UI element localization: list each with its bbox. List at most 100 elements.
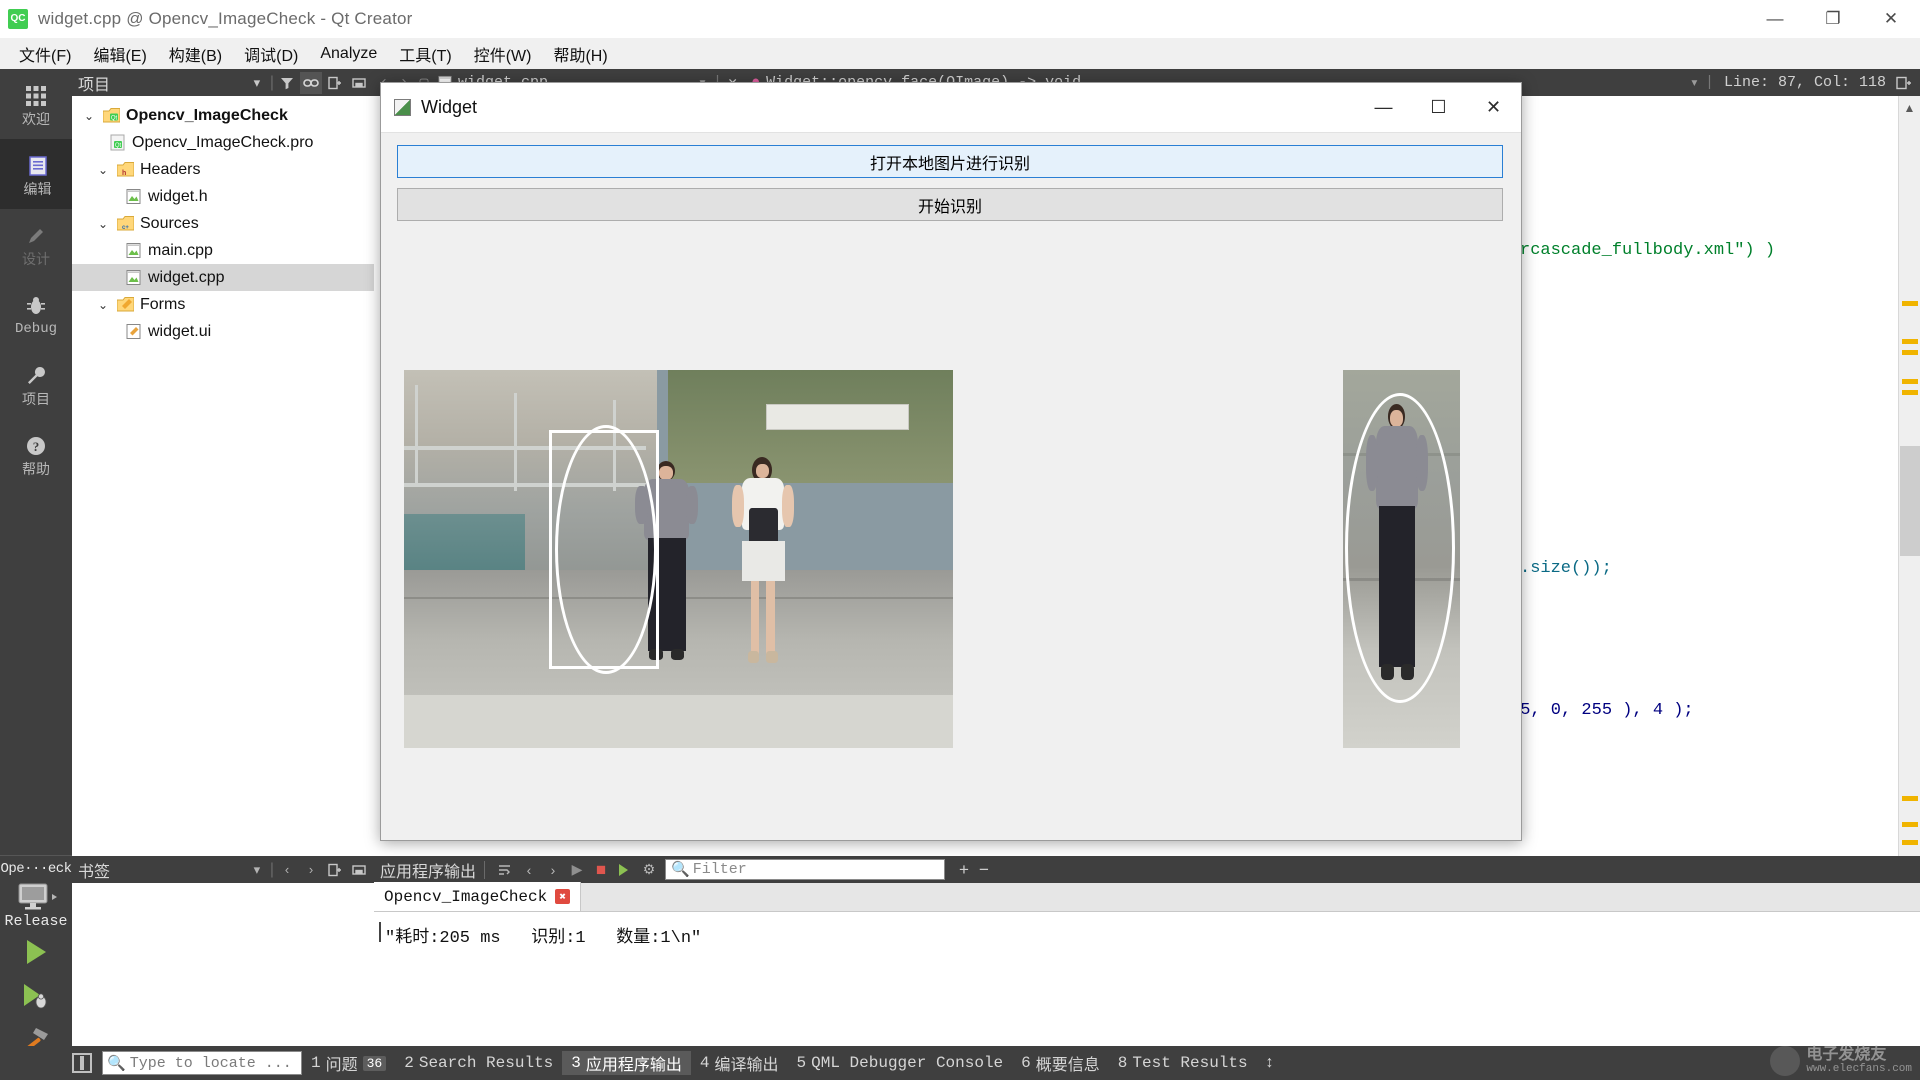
dialog-maximize-button[interactable]: ☐ bbox=[1411, 83, 1466, 133]
output-line: "耗时:205 ms 识别:1 数量:1\n" bbox=[385, 929, 702, 948]
menu-debug[interactable]: 调试(D) bbox=[233, 38, 309, 70]
output-text-area[interactable]: "耗时:205 ms 识别:1 数量:1\n" bbox=[374, 912, 1920, 948]
panel-dropdown-icon[interactable]: ▾ bbox=[246, 859, 268, 881]
locator-placeholder: Type to locate ... bbox=[129, 1054, 292, 1072]
next-item-icon[interactable]: › bbox=[541, 859, 565, 881]
statusbar-item-search-results[interactable]: 2 Search Results bbox=[395, 1054, 562, 1072]
settings-gear-icon[interactable]: ⚙ bbox=[637, 859, 661, 881]
minimize-panel-icon[interactable] bbox=[348, 859, 370, 881]
issues-count-badge: 36 bbox=[362, 1055, 387, 1071]
panel-dropdown-icon[interactable]: ▾ bbox=[246, 72, 268, 94]
tree-label: Headers bbox=[140, 160, 201, 178]
bookmarks-panel-title: 书签 bbox=[78, 863, 111, 881]
tree-item-sources[interactable]: ⌄ c+ Sources bbox=[72, 210, 374, 237]
mode-debug[interactable]: Debug bbox=[0, 279, 72, 349]
chevron-down-icon[interactable]: ⌄ bbox=[78, 109, 100, 123]
overview-mark bbox=[1902, 822, 1918, 827]
bookmarks-panel-toolbar: ▾ | ‹ › bbox=[246, 859, 374, 881]
statusbar-item-application-output[interactable]: 3 应用程序输出 bbox=[562, 1051, 691, 1075]
window-close-button[interactable]: ✕ bbox=[1862, 0, 1920, 38]
window-minimize-button[interactable]: — bbox=[1746, 0, 1804, 38]
symbol-dropdown-icon[interactable]: ▾ bbox=[1690, 73, 1705, 92]
open-local-image-button[interactable]: 打开本地图片进行识别 bbox=[397, 145, 1503, 178]
chevron-down-icon[interactable]: ⌄ bbox=[92, 298, 114, 312]
statusbar-item-test-results[interactable]: 8 Test Results bbox=[1109, 1054, 1257, 1072]
close-icon[interactable]: ✖ bbox=[555, 889, 571, 904]
mode-welcome[interactable]: 欢迎 bbox=[0, 69, 72, 139]
menu-help[interactable]: 帮助(H) bbox=[542, 38, 618, 70]
split-editor-icon[interactable] bbox=[1896, 76, 1920, 90]
statusbar-item-qml-debugger-console[interactable]: 5 QML Debugger Console bbox=[788, 1054, 1013, 1072]
chevron-down-icon[interactable]: ⌄ bbox=[92, 163, 114, 177]
output-maximize-button[interactable]: + bbox=[959, 860, 969, 880]
output-tab-opencv-imagecheck[interactable]: Opencv_ImageCheck ✖ bbox=[374, 882, 582, 911]
filter-icon[interactable] bbox=[276, 72, 298, 94]
minimize-panel-icon[interactable] bbox=[348, 72, 370, 94]
output-filter-input[interactable]: 🔍 Filter bbox=[665, 859, 946, 880]
tree-item-main-cpp[interactable]: main.cpp bbox=[72, 237, 374, 264]
item-label: QML Debugger Console bbox=[811, 1054, 1004, 1072]
dialog-close-button[interactable]: ✕ bbox=[1466, 83, 1521, 133]
item-number: 2 bbox=[404, 1054, 414, 1072]
run-button[interactable] bbox=[0, 930, 72, 974]
sidebar-toggle-icon[interactable] bbox=[72, 1053, 92, 1073]
mode-help[interactable]: ? 帮助 bbox=[0, 419, 72, 489]
locator-input[interactable]: 🔍 Type to locate ... bbox=[102, 1051, 302, 1075]
wrap-lines-icon[interactable] bbox=[493, 859, 517, 881]
menu-edit[interactable]: 编辑(E) bbox=[82, 38, 157, 70]
start-recognition-button[interactable]: 开始识别 bbox=[397, 188, 1503, 221]
prev-bookmark-icon[interactable]: ‹ bbox=[276, 859, 298, 881]
bookmarks-panel-header: 书签 ▾ | ‹ › bbox=[72, 856, 374, 883]
tree-item-project[interactable]: ⌄ Qt Opencv_ImageCheck bbox=[72, 102, 374, 129]
svg-text:Qt: Qt bbox=[114, 143, 121, 149]
menu-file[interactable]: 文件(F) bbox=[8, 38, 82, 70]
stop-icon[interactable]: ■ bbox=[589, 859, 613, 881]
window-maximize-button[interactable]: ❐ bbox=[1804, 0, 1862, 38]
headers-folder-icon: h bbox=[114, 161, 136, 178]
tree-item-forms[interactable]: ⌄ Forms bbox=[72, 291, 374, 318]
link-icon[interactable] bbox=[300, 71, 322, 94]
detected-image-crop bbox=[1343, 370, 1460, 748]
menu-analyze[interactable]: Analyze bbox=[309, 41, 388, 67]
widget-dialog-window[interactable]: Widget — ☐ ✕ 打开本地图片进行识别 开始识别 bbox=[380, 82, 1522, 841]
mode-edit[interactable]: 编辑 bbox=[0, 139, 72, 209]
scrollbar-thumb[interactable] bbox=[1900, 446, 1920, 556]
item-label: 编译输出 bbox=[714, 1057, 779, 1075]
tree-item-widget-h[interactable]: widget.h bbox=[72, 183, 374, 210]
debug-run-button[interactable] bbox=[0, 974, 72, 1018]
statusbar-item-compile-output[interactable]: 4 编译输出 bbox=[691, 1051, 788, 1075]
editor-overview-scrollbar[interactable]: ▲ bbox=[1898, 96, 1920, 856]
item-number: 6 bbox=[1021, 1054, 1031, 1072]
widget-app-icon bbox=[394, 99, 411, 116]
rerun-icon[interactable] bbox=[613, 859, 637, 881]
dialog-minimize-button[interactable]: — bbox=[1356, 83, 1411, 133]
wrench-icon bbox=[25, 363, 47, 389]
split-icon[interactable] bbox=[324, 859, 346, 881]
menu-build[interactable]: 构建(B) bbox=[158, 38, 233, 70]
bench bbox=[766, 404, 910, 431]
overview-mark bbox=[1902, 350, 1918, 355]
tree-item-headers[interactable]: ⌄ h Headers bbox=[72, 156, 374, 183]
tree-item-widget-ui[interactable]: widget.ui bbox=[72, 318, 374, 345]
qt-creator-icon: QC bbox=[8, 8, 28, 29]
menu-widgets[interactable]: 控件(W) bbox=[463, 38, 543, 70]
statusbar-item-general-messages[interactable]: 6 概要信息 bbox=[1012, 1051, 1109, 1075]
run-icon[interactable]: ▶ bbox=[565, 859, 589, 881]
statusbar-updown-icon[interactable]: ↕ bbox=[1257, 1054, 1283, 1072]
mode-design[interactable]: 设计 bbox=[0, 209, 72, 279]
prev-item-icon[interactable]: ‹ bbox=[517, 859, 541, 881]
tree-item-widget-cpp[interactable]: widget.cpp bbox=[72, 264, 374, 291]
tree-label: Opencv_ImageCheck.pro bbox=[132, 133, 314, 151]
statusbar-item-issues[interactable]: 1 问题 36 bbox=[302, 1051, 395, 1075]
chevron-down-icon[interactable]: ⌄ bbox=[92, 217, 114, 231]
split-icon[interactable] bbox=[324, 72, 346, 94]
mode-projects[interactable]: 项目 bbox=[0, 349, 72, 419]
next-bookmark-icon[interactable]: › bbox=[300, 859, 322, 881]
code-line: rcascade_fullbody.xml") ) bbox=[1520, 241, 1776, 260]
output-minimize-button[interactable]: − bbox=[979, 860, 989, 880]
watermark-logo-icon bbox=[1770, 1046, 1801, 1076]
menu-tools[interactable]: 工具(T) bbox=[388, 38, 462, 70]
tree-item-pro-file[interactable]: Qt Opencv_ImageCheck.pro bbox=[72, 129, 374, 156]
overview-mark bbox=[1902, 796, 1918, 801]
scroll-up-icon[interactable]: ▲ bbox=[1899, 96, 1920, 120]
